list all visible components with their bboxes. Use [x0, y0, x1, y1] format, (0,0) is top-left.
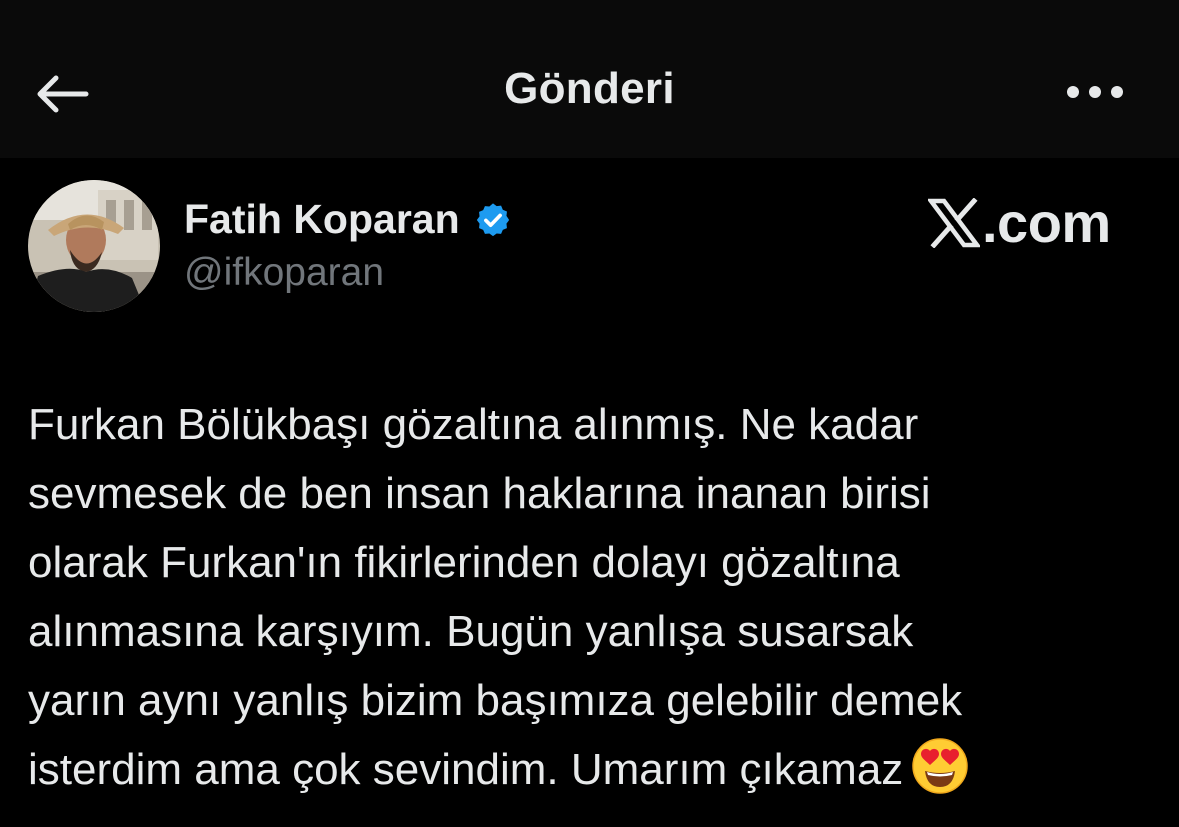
post-text: Furkan Bölükbaşı gözaltına alınmış. Ne k…: [28, 390, 1148, 804]
heart-eyes-emoji-icon: [911, 737, 969, 795]
ellipsis-icon: [1067, 86, 1123, 98]
post-line: Furkan Bölükbaşı gözaltına alınmış. Ne k…: [28, 400, 919, 449]
x-logo-icon: [928, 197, 980, 248]
verified-badge-icon: [474, 201, 512, 239]
page-title: Gönderi: [504, 64, 675, 113]
watermark-text: .com: [982, 191, 1111, 254]
author-display-name: Fatih Koparan: [184, 196, 460, 242]
x-com-watermark: .com: [928, 190, 1111, 255]
top-bar: Gönderi: [0, 0, 1179, 158]
post-line: sevmesek de ben insan haklarına inanan b…: [28, 469, 931, 518]
post-line-text: isterdim ama çok sevindim. Umarım çıkama…: [28, 745, 904, 794]
post-line: olarak Furkan'ın fikirlerinden dolayı gö…: [28, 538, 900, 587]
post-line: alınmasına karşıyım. Bugün yanlışa susar…: [28, 607, 914, 656]
avatar-photo: [28, 180, 160, 312]
post-line: yarın aynı yanlış bizim başımıza gelebil…: [28, 676, 963, 725]
more-options-button[interactable]: [1060, 72, 1130, 112]
author-name[interactable]: Fatih Koparan: [184, 196, 512, 243]
author-handle[interactable]: @ifkoparan: [184, 251, 384, 295]
avatar[interactable]: [28, 180, 160, 312]
post-line-last: isterdim ama çok sevindim. Umarım çıkama…: [28, 735, 1148, 804]
